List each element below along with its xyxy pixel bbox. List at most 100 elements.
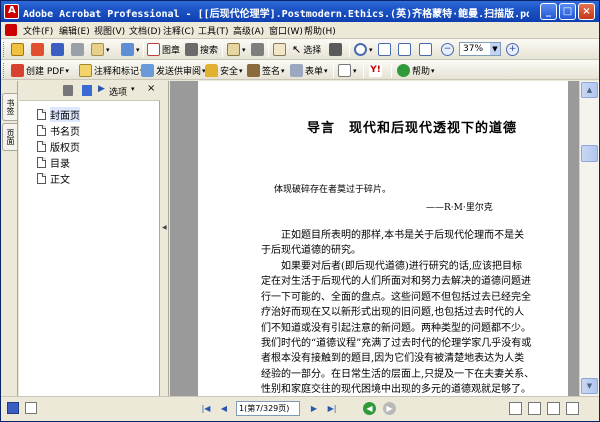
search-button[interactable]: 搜索: [185, 42, 218, 57]
zoom-out-button[interactable]: −: [441, 42, 456, 57]
page-tools-button[interactable]: ▾: [338, 63, 357, 78]
next-page-button[interactable]: ▶: [307, 402, 321, 416]
page-icon: [227, 43, 240, 56]
toolbar-grip[interactable]: [3, 42, 6, 57]
select-tool-button[interactable]: ↖ 选择: [292, 42, 321, 57]
document-viewport[interactable]: 导言 现代和后现代透视下的道德 体现破碎存在者莫过于碎片。 ——R·M·里尔克 …: [170, 81, 579, 396]
snapshot-tool-button[interactable]: [329, 42, 344, 57]
continuous-icon[interactable]: [528, 402, 541, 415]
previous-page-button[interactable]: ◀: [217, 402, 231, 416]
status-bar: |◀ ◀ 1(第7/329页) ▶ ▶| ◀ ▶: [1, 396, 599, 421]
zoom-level-select[interactable]: 37% ▼: [459, 42, 501, 56]
attach-button[interactable]: ▾: [121, 42, 140, 57]
menu-edit[interactable]: 编辑(E): [59, 24, 90, 37]
toolbar-grip[interactable]: [3, 63, 6, 78]
scroll-up-button[interactable]: ▲: [581, 82, 598, 98]
document-properties-icon[interactable]: [25, 402, 37, 414]
hand-icon: [273, 43, 286, 56]
tasks-toolbar: 创建 PDF▾ 注释和标记▾ 发送供审阅▾ 安全▾ 签名▾ 表单▾ ▾ Y! 帮…: [1, 60, 599, 80]
snapshot-button[interactable]: [251, 42, 266, 57]
forms-button[interactable]: 表单 ▾: [290, 63, 328, 78]
menu-file[interactable]: 文件(F): [23, 24, 53, 37]
first-page-button[interactable]: |◀: [199, 402, 213, 416]
actual-size-button[interactable]: [378, 42, 393, 57]
zoom-in-tool-button[interactable]: ▾: [354, 42, 373, 57]
trash-icon[interactable]: [63, 85, 73, 96]
go-forward-button[interactable]: ▶: [383, 402, 396, 415]
bookmark-item[interactable]: 书名页: [37, 123, 80, 138]
stamp-button[interactable]: 图章: [147, 42, 180, 57]
bookmark-item[interactable]: 正文: [37, 171, 70, 186]
bookmark-item[interactable]: 封面页: [37, 107, 80, 122]
go-back-button[interactable]: ◀: [363, 402, 376, 415]
maximize-button[interactable]: □: [559, 3, 576, 20]
menu-comments[interactable]: 注释(C): [163, 24, 194, 37]
print-button[interactable]: [71, 42, 86, 57]
close-button[interactable]: ×: [578, 3, 595, 20]
sign-button[interactable]: 签名 ▾: [247, 63, 285, 78]
bookmark-item[interactable]: 目录: [37, 155, 70, 170]
page-view-icon[interactable]: [7, 402, 19, 414]
close-panel-icon[interactable]: ×: [147, 83, 155, 94]
continuous-facing-icon[interactable]: [566, 402, 579, 415]
paragraph-2: 如果要对后者(即后现代道德)进行研究的话,应该把目标 定在对生活于后现代的人们所…: [261, 259, 543, 396]
bookmark-page-icon: [37, 125, 46, 136]
help-button[interactable]: 帮助 ▾: [397, 63, 435, 78]
save-button[interactable]: [51, 42, 66, 57]
fit-page-button[interactable]: [398, 42, 413, 57]
binoculars-icon: [185, 43, 198, 56]
zoom-in-button[interactable]: +: [506, 42, 521, 57]
chevron-down-icon: ▾: [369, 45, 373, 54]
minimize-button[interactable]: _: [540, 3, 557, 20]
secure-button[interactable]: 安全 ▾: [205, 63, 243, 78]
hand-tool-button[interactable]: [273, 42, 288, 57]
chevron-down-icon: ▾: [136, 45, 140, 54]
title-bar[interactable]: Adobe Acrobat Professional - [[后现代伦理学].P…: [1, 1, 599, 22]
menu-view[interactable]: 视图(V): [94, 24, 125, 37]
chevron-down-icon: ▾: [281, 66, 285, 75]
menu-tools[interactable]: 工具(T): [198, 24, 229, 37]
tab-bookmarks[interactable]: 书签: [2, 93, 17, 121]
bookmark-item[interactable]: 版权页: [37, 139, 80, 154]
page-number-field[interactable]: 1(第7/329页): [236, 401, 300, 416]
chevron-down-icon: ▾: [431, 66, 435, 75]
menu-help[interactable]: 帮助(H): [304, 24, 336, 37]
yahoo-button[interactable]: Y!: [369, 63, 384, 78]
menu-window[interactable]: 窗口(W): [269, 24, 303, 37]
facing-icon[interactable]: [547, 402, 560, 415]
print-icon: [71, 43, 84, 56]
collapse-arrow-icon[interactable]: ◀: [162, 221, 167, 235]
send-for-review-button[interactable]: 发送供审阅 ▾: [141, 63, 206, 78]
secure-label: 安全: [220, 67, 239, 77]
tab-pages[interactable]: 页面: [2, 123, 17, 151]
acrobat-app-icon[interactable]: [4, 4, 19, 19]
window-title: Adobe Acrobat Professional - [[后现代伦理学].P…: [23, 9, 529, 20]
options-menu-button[interactable]: 选项: [109, 85, 127, 98]
epigraph-text: 体现破碎存在者莫过于碎片。: [274, 185, 392, 195]
document-icon[interactable]: [5, 24, 17, 36]
menu-document[interactable]: 文档(D): [129, 24, 161, 37]
new-bookmark-icon[interactable]: [82, 85, 92, 96]
chevron-down-icon[interactable]: ▶: [98, 84, 105, 94]
scroll-down-button[interactable]: ▼: [581, 378, 598, 394]
last-page-button[interactable]: ▶|: [325, 402, 339, 416]
menu-advanced[interactable]: 高级(A): [233, 24, 264, 37]
scrollbar-thumb[interactable]: [581, 145, 598, 162]
chevron-down-icon: ▼: [490, 43, 500, 55]
bookmark-page-icon: [37, 173, 46, 184]
comment-markup-button[interactable]: 注释和标记▾: [79, 63, 144, 78]
vertical-scrollbar[interactable]: ▲ ▼: [579, 81, 599, 396]
bookmark-page-icon: [37, 141, 46, 152]
open-button[interactable]: [11, 42, 26, 57]
email-button[interactable]: ▾: [91, 42, 110, 57]
page-layout-button[interactable]: ▾: [227, 42, 246, 57]
create-pdf-button[interactable]: [31, 42, 46, 57]
single-page-icon[interactable]: [509, 402, 522, 415]
panel-splitter[interactable]: ◀: [161, 81, 169, 396]
magnifier-icon: [354, 43, 367, 56]
create-pdf-task-button[interactable]: 创建 PDF ▾: [11, 63, 69, 78]
chevron-down-icon: ▾: [65, 66, 69, 75]
text-line: 于后现代道德的研究。: [261, 245, 361, 257]
bookmark-page-icon: [37, 109, 46, 120]
fit-width-button[interactable]: [419, 42, 434, 57]
